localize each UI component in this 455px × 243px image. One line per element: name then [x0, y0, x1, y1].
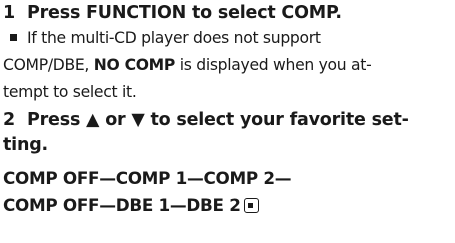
step-2-number: 2 [3, 110, 15, 130]
note-line-2: COMP/DBE, NO COMP is displayed when you … [3, 52, 453, 79]
note-line-2-prefix: COMP/DBE, [3, 56, 94, 74]
note-line-1: If the multi-CD player does not support [3, 25, 453, 52]
settings-line-2-text: COMP OFF—DBE 1—DBE 2 [3, 195, 241, 215]
step-2-line-1: 2 Press ▲ or ▼ to select your favorite se… [3, 108, 455, 133]
step-1-text: Press FUNCTION to select COMP. [27, 3, 342, 23]
step-2-line-1-text: Press ▲ or ▼ to select your favorite set… [27, 110, 409, 130]
step-2-line-2: ting. [3, 135, 48, 155]
no-comp-label: NO COMP [93, 56, 176, 74]
note-line-1-text: If the multi-CD player does not support [27, 29, 321, 47]
settings-line-2: COMP OFF—DBE 1—DBE 2 [3, 192, 291, 219]
note-line-3: tempt to select it. [3, 83, 137, 101]
step-2-heading: 2 Press ▲ or ▼ to select your favorite se… [3, 108, 455, 158]
note-paragraph: If the multi-CD player does not support … [3, 25, 453, 106]
step-1-number: 1 [3, 3, 15, 23]
end-of-section-icon [243, 198, 259, 213]
square-bullet-icon [10, 34, 17, 41]
settings-line-1: COMP OFF—COMP 1—COMP 2— [3, 168, 292, 188]
step-1-heading: 1 Press FUNCTION to select COMP. [3, 1, 342, 26]
settings-sequence: COMP OFF—COMP 1—COMP 2— COMP OFF—DBE 1—D… [3, 165, 292, 219]
note-line-2-suffix: is displayed when you at- [175, 56, 372, 74]
